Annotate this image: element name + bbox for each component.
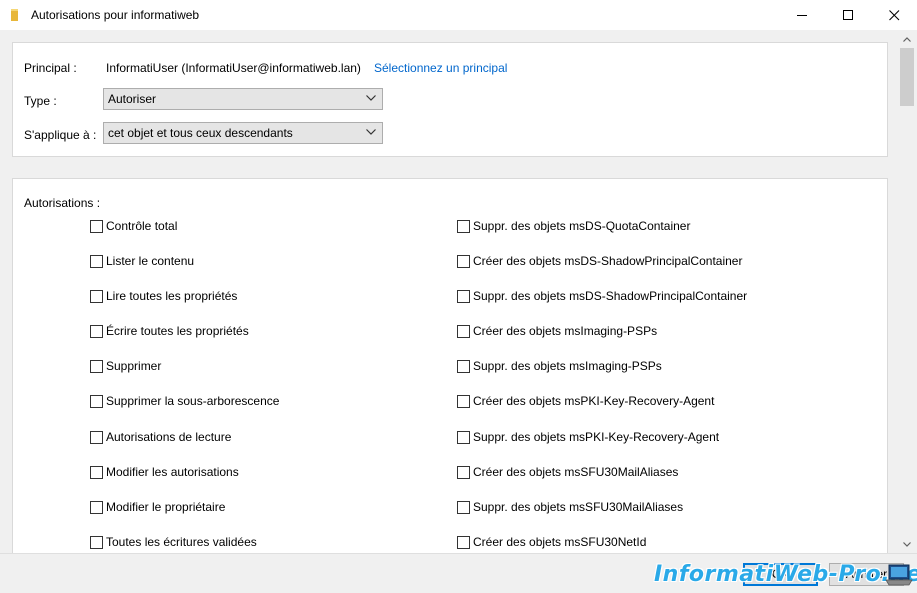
- permission-label: Créer des objets msImaging-PSPs: [473, 324, 658, 338]
- permission-checkbox[interactable]: Contrôle total: [90, 218, 177, 234]
- permission-label: Créer des objets msSFU30MailAliases: [473, 465, 679, 479]
- checkbox-box[interactable]: [90, 500, 103, 514]
- principal-panel: Principal : InformatiUser (InformatiUser…: [12, 42, 888, 157]
- permission-label: Toutes les écritures validées: [106, 535, 257, 549]
- permission-label: Lister le contenu: [106, 254, 195, 268]
- permission-label: Suppr. des objets msDS-ShadowPrincipalCo…: [473, 289, 748, 303]
- permission-checkbox[interactable]: Créer des objets msDS-ShadowPrincipalCon…: [457, 253, 742, 269]
- type-select-value: Autoriser: [108, 92, 157, 106]
- checkbox-box[interactable]: [457, 324, 470, 338]
- permission-checkbox[interactable]: Créer des objets msSFU30NetId: [457, 534, 646, 550]
- permission-checkbox[interactable]: Suppr. des objets msDS-QuotaContainer: [457, 218, 690, 234]
- watermark: InformatiWeb-Pro.net: [654, 562, 917, 587]
- chevron-down-icon: [366, 95, 376, 101]
- chevron-up-icon: [903, 37, 911, 42]
- permission-checkbox[interactable]: Lister le contenu: [90, 253, 194, 269]
- scroll-up-button[interactable]: [897, 31, 917, 48]
- checkbox-box[interactable]: [90, 254, 103, 268]
- checkbox-box[interactable]: [457, 465, 470, 479]
- type-select[interactable]: Autoriser: [103, 88, 383, 110]
- title-bar: Autorisations pour informatiweb: [0, 0, 917, 31]
- maximize-icon: [842, 10, 853, 20]
- laptop-icon: [885, 564, 913, 586]
- checkbox-box[interactable]: [457, 500, 470, 514]
- permission-checkbox[interactable]: Modifier le propriétaire: [90, 499, 225, 515]
- scroll-down-button[interactable]: [897, 536, 917, 553]
- permission-label: Modifier le propriétaire: [106, 500, 226, 514]
- permission-checkbox[interactable]: Suppr. des objets msDS-ShadowPrincipalCo…: [457, 288, 747, 304]
- permission-checkbox[interactable]: Supprimer la sous-arborescence: [90, 393, 279, 409]
- close-button[interactable]: [871, 0, 917, 31]
- checkbox-box[interactable]: [457, 219, 470, 233]
- permission-label: Lire toutes les propriétés: [106, 289, 238, 303]
- checkbox-box[interactable]: [457, 394, 470, 408]
- folder-icon: [11, 9, 18, 21]
- checkbox-box[interactable]: [90, 289, 103, 303]
- type-label: Type :: [24, 94, 57, 108]
- minimize-icon: [796, 15, 807, 16]
- checkbox-box[interactable]: [90, 219, 103, 233]
- checkbox-box[interactable]: [90, 430, 103, 444]
- permission-checkbox[interactable]: Créer des objets msImaging-PSPs: [457, 323, 657, 339]
- principal-label: Principal :: [24, 61, 77, 75]
- window-title: Autorisations pour informatiweb: [31, 8, 200, 22]
- permission-label: Créer des objets msDS-ShadowPrincipalCon…: [473, 254, 743, 268]
- permission-checkbox[interactable]: Suppr. des objets msPKI-Key-Recovery-Age…: [457, 429, 719, 445]
- checkbox-box[interactable]: [457, 430, 470, 444]
- checkbox-box[interactable]: [90, 324, 103, 338]
- maximize-button[interactable]: [825, 0, 871, 31]
- permission-checkbox[interactable]: Créer des objets msPKI-Key-Recovery-Agen…: [457, 393, 714, 409]
- dialog-content: Principal : InformatiUser (InformatiUser…: [0, 31, 897, 553]
- select-principal-link[interactable]: Sélectionnez un principal: [374, 61, 507, 75]
- permissions-label: Autorisations :: [24, 196, 101, 210]
- permission-checkbox[interactable]: Autorisations de lecture: [90, 429, 231, 445]
- permission-checkbox[interactable]: Lire toutes les propriétés: [90, 288, 237, 304]
- permissions-panel: Autorisations : Contrôle total Lister le…: [12, 178, 888, 553]
- permission-label: Créer des objets msSFU30NetId: [473, 535, 647, 549]
- permission-label: Suppr. des objets msPKI-Key-Recovery-Age…: [473, 430, 720, 444]
- checkbox-box[interactable]: [90, 535, 103, 549]
- permission-label: Contrôle total: [106, 219, 178, 233]
- checkbox-box[interactable]: [457, 254, 470, 268]
- checkbox-box[interactable]: [90, 465, 103, 479]
- permission-label: Écrire toutes les propriétés: [106, 324, 249, 338]
- permission-label: Suppr. des objets msImaging-PSPs: [473, 359, 662, 373]
- permission-label: Suppr. des objets msSFU30MailAliases: [473, 500, 684, 514]
- scrollbar-thumb[interactable]: [900, 48, 914, 106]
- principal-value: InformatiUser (InformatiUser@informatiwe…: [106, 61, 361, 75]
- applies-to-select-value: cet objet et tous ceux descendants: [108, 126, 293, 140]
- checkbox-box[interactable]: [90, 359, 103, 373]
- permission-label: Supprimer: [106, 359, 162, 373]
- permission-checkbox[interactable]: Modifier les autorisations: [90, 464, 239, 480]
- permission-label: Autorisations de lecture: [106, 430, 232, 444]
- permission-checkbox[interactable]: Toutes les écritures validées: [90, 534, 257, 550]
- applies-to-label: S'applique à :: [24, 128, 97, 142]
- chevron-down-icon: [366, 129, 376, 135]
- checkbox-box[interactable]: [90, 394, 103, 408]
- chevron-down-icon: [903, 542, 911, 547]
- minimize-button[interactable]: [779, 0, 825, 31]
- applies-to-select[interactable]: cet objet et tous ceux descendants: [103, 122, 383, 144]
- permission-checkbox[interactable]: Suppr. des objets msImaging-PSPs: [457, 358, 662, 374]
- close-icon: [888, 10, 899, 21]
- permission-label: Suppr. des objets msDS-QuotaContainer: [473, 219, 691, 233]
- permission-checkbox[interactable]: Supprimer: [90, 358, 161, 374]
- permission-checkbox[interactable]: Suppr. des objets msSFU30MailAliases: [457, 499, 683, 515]
- permission-checkbox[interactable]: Écrire toutes les propriétés: [90, 323, 249, 339]
- permission-label: Créer des objets msPKI-Key-Recovery-Agen…: [473, 394, 715, 408]
- permission-label: Modifier les autorisations: [106, 465, 239, 479]
- permission-label: Supprimer la sous-arborescence: [106, 394, 280, 408]
- checkbox-box[interactable]: [457, 535, 470, 549]
- checkbox-box[interactable]: [457, 289, 470, 303]
- permission-checkbox[interactable]: Créer des objets msSFU30MailAliases: [457, 464, 678, 480]
- vertical-scrollbar[interactable]: [897, 31, 917, 553]
- checkbox-box[interactable]: [457, 359, 470, 373]
